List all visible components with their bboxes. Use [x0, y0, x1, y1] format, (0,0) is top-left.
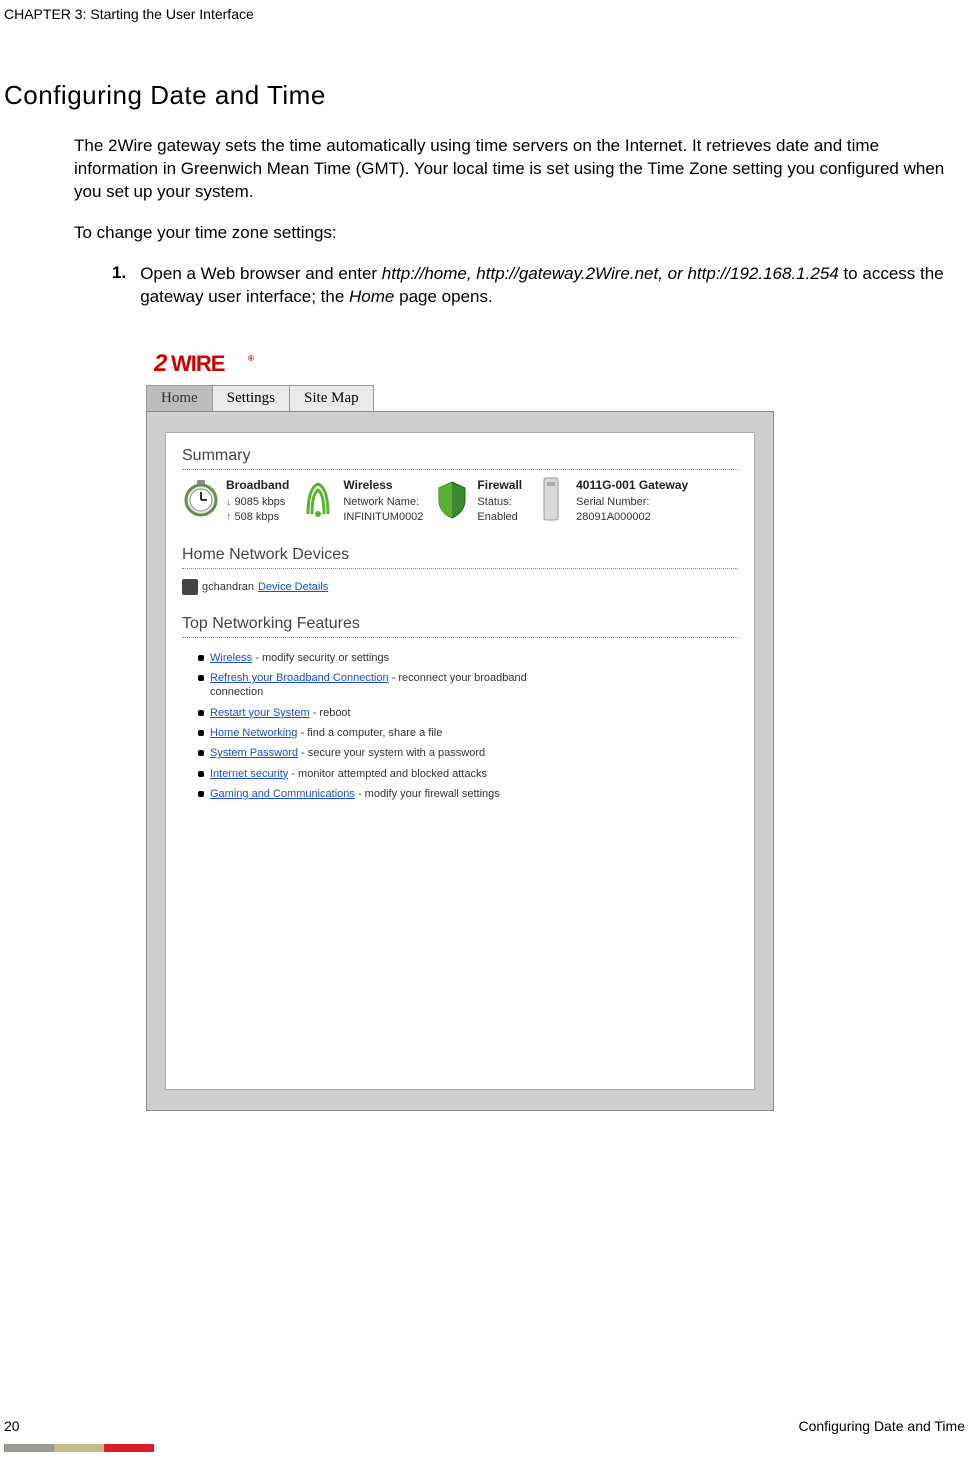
feature-link-home-networking[interactable]: Home Networking — [210, 727, 297, 739]
bullet-icon — [198, 655, 204, 661]
bullet-icon — [198, 730, 204, 736]
footer-color-bar — [4, 1444, 154, 1452]
feature-item: Home Networking - find a computer, share… — [198, 723, 578, 743]
feature-text: - modify security or settings — [252, 652, 389, 664]
instruction-step-1: 1. Open a Web browser and enter http://h… — [112, 263, 963, 309]
step-text: Open a Web browser and enter http://home… — [140, 263, 963, 309]
tab-settings[interactable]: Settings — [212, 385, 290, 411]
feature-text: - find a computer, share a file — [297, 727, 442, 739]
tab-sitemap[interactable]: Site Map — [289, 385, 374, 411]
shield-icon — [433, 478, 471, 520]
bullet-icon — [198, 710, 204, 716]
device-row: gchandran Device Details — [182, 577, 738, 601]
feature-link-gaming[interactable]: Gaming and Communications — [210, 788, 355, 800]
devices-heading: Home Network Devices — [182, 542, 738, 566]
wireless-value: INFINITUM0002 — [343, 511, 423, 523]
gateway-device-icon — [532, 478, 570, 520]
feature-text: - secure your system with a password — [298, 747, 485, 759]
summary-gateway: 4011G-001 Gateway Serial Number: 28091A0… — [532, 478, 694, 524]
gateway-frame: Summary Broadband — [146, 411, 774, 1111]
feature-text: - monitor attempted and blocked attacks — [288, 768, 487, 780]
broadband-up: 508 kbps — [235, 510, 280, 524]
step-text-part: Open a Web browser and enter — [140, 264, 382, 283]
broadband-title: Broadband — [226, 478, 289, 494]
divider — [182, 568, 738, 569]
feature-link-wireless[interactable]: Wireless — [210, 652, 252, 664]
summary-broadband: Broadband ↓ 9085 kbps ↑ 508 kbps — [182, 478, 295, 524]
bullet-icon — [198, 791, 204, 797]
firewall-title: Firewall — [477, 478, 522, 494]
feature-text: - modify your firewall settings — [355, 788, 500, 800]
instruction-lead: To change your time zone settings: — [0, 204, 973, 245]
summary-heading: Summary — [182, 443, 738, 467]
step-text-part: page opens. — [394, 287, 492, 306]
step-url-italic: http://home, http://gateway.2Wire.net, o… — [382, 264, 839, 283]
bullet-icon — [198, 771, 204, 777]
arrow-down-icon: ↓ — [226, 495, 232, 509]
bullet-icon — [198, 675, 204, 681]
footer-seg-red — [104, 1444, 154, 1452]
chapter-header: CHAPTER 3: Starting the User Interface — [0, 0, 973, 22]
feature-item: Wireless - modify security or settings — [198, 648, 578, 668]
summary-firewall: Firewall Status: Enabled — [433, 478, 528, 524]
wireless-label: Network Name: — [343, 496, 419, 508]
features-list: Wireless - modify security or settings R… — [182, 646, 738, 804]
feature-item: Restart your System - reboot — [198, 703, 578, 723]
wireless-icon — [299, 478, 337, 520]
gateway-title: 4011G-001 Gateway — [576, 478, 688, 494]
divider — [182, 637, 738, 638]
tab-bar: Home Settings Site Map — [146, 385, 774, 411]
feature-text: - reboot — [310, 707, 351, 719]
feature-link-internet-security[interactable]: Internet security — [210, 768, 288, 780]
features-heading: Top Networking Features — [182, 611, 738, 635]
step-home-italic: Home — [349, 287, 394, 306]
summary-row: Broadband ↓ 9085 kbps ↑ 508 kbps — [182, 478, 738, 524]
clock-icon — [182, 478, 220, 520]
feature-link-restart[interactable]: Restart your System — [210, 707, 310, 719]
divider — [182, 469, 738, 470]
twowire-logo: 2 WIRE ® — [146, 349, 774, 385]
summary-wireless: Wireless Network Name: INFINITUM0002 — [299, 478, 429, 524]
instruction-list: 1. Open a Web browser and enter http://h… — [0, 245, 973, 309]
feature-link-system-password[interactable]: System Password — [210, 747, 298, 759]
gateway-value: 28091A000002 — [576, 511, 651, 523]
section-title: Configuring Date and Time — [0, 22, 973, 111]
firewall-value: Enabled — [477, 511, 517, 523]
svg-text:2: 2 — [154, 350, 168, 377]
firewall-label: Status: — [477, 496, 511, 508]
feature-item: Refresh your Broadband Connection - reco… — [198, 668, 578, 703]
arrow-up-icon: ↑ — [226, 510, 232, 524]
footer-title: Configuring Date and Time — [798, 1418, 965, 1434]
device-details-link[interactable]: Device Details — [258, 581, 328, 593]
footer-seg-tan — [54, 1444, 104, 1452]
feature-item: Gaming and Communications - modify your … — [198, 784, 578, 804]
gateway-screenshot: 2 WIRE ® Home Settings Site Map Summary — [146, 349, 774, 1111]
tab-home[interactable]: Home — [146, 385, 213, 411]
footer-seg-grey — [4, 1444, 54, 1452]
feature-item: System Password - secure your system wit… — [198, 743, 578, 763]
feature-link-refresh[interactable]: Refresh your Broadband Connection — [210, 672, 389, 684]
step-number: 1. — [112, 263, 126, 309]
svg-text:WIRE: WIRE — [171, 351, 225, 376]
feature-item: Internet security - monitor attempted an… — [198, 764, 578, 784]
intro-paragraph: The 2Wire gateway sets the time automati… — [0, 111, 973, 204]
computer-icon — [182, 579, 198, 595]
wireless-title: Wireless — [343, 478, 423, 494]
page-number: 20 — [4, 1418, 20, 1434]
svg-text:®: ® — [248, 354, 254, 363]
gateway-label: Serial Number: — [576, 496, 649, 508]
broadband-down: 9085 kbps — [235, 495, 286, 509]
device-name: gchandran — [202, 581, 254, 593]
gateway-panel: Summary Broadband — [165, 432, 755, 1090]
page-footer: 20 Configuring Date and Time — [4, 1418, 965, 1434]
bullet-icon — [198, 750, 204, 756]
